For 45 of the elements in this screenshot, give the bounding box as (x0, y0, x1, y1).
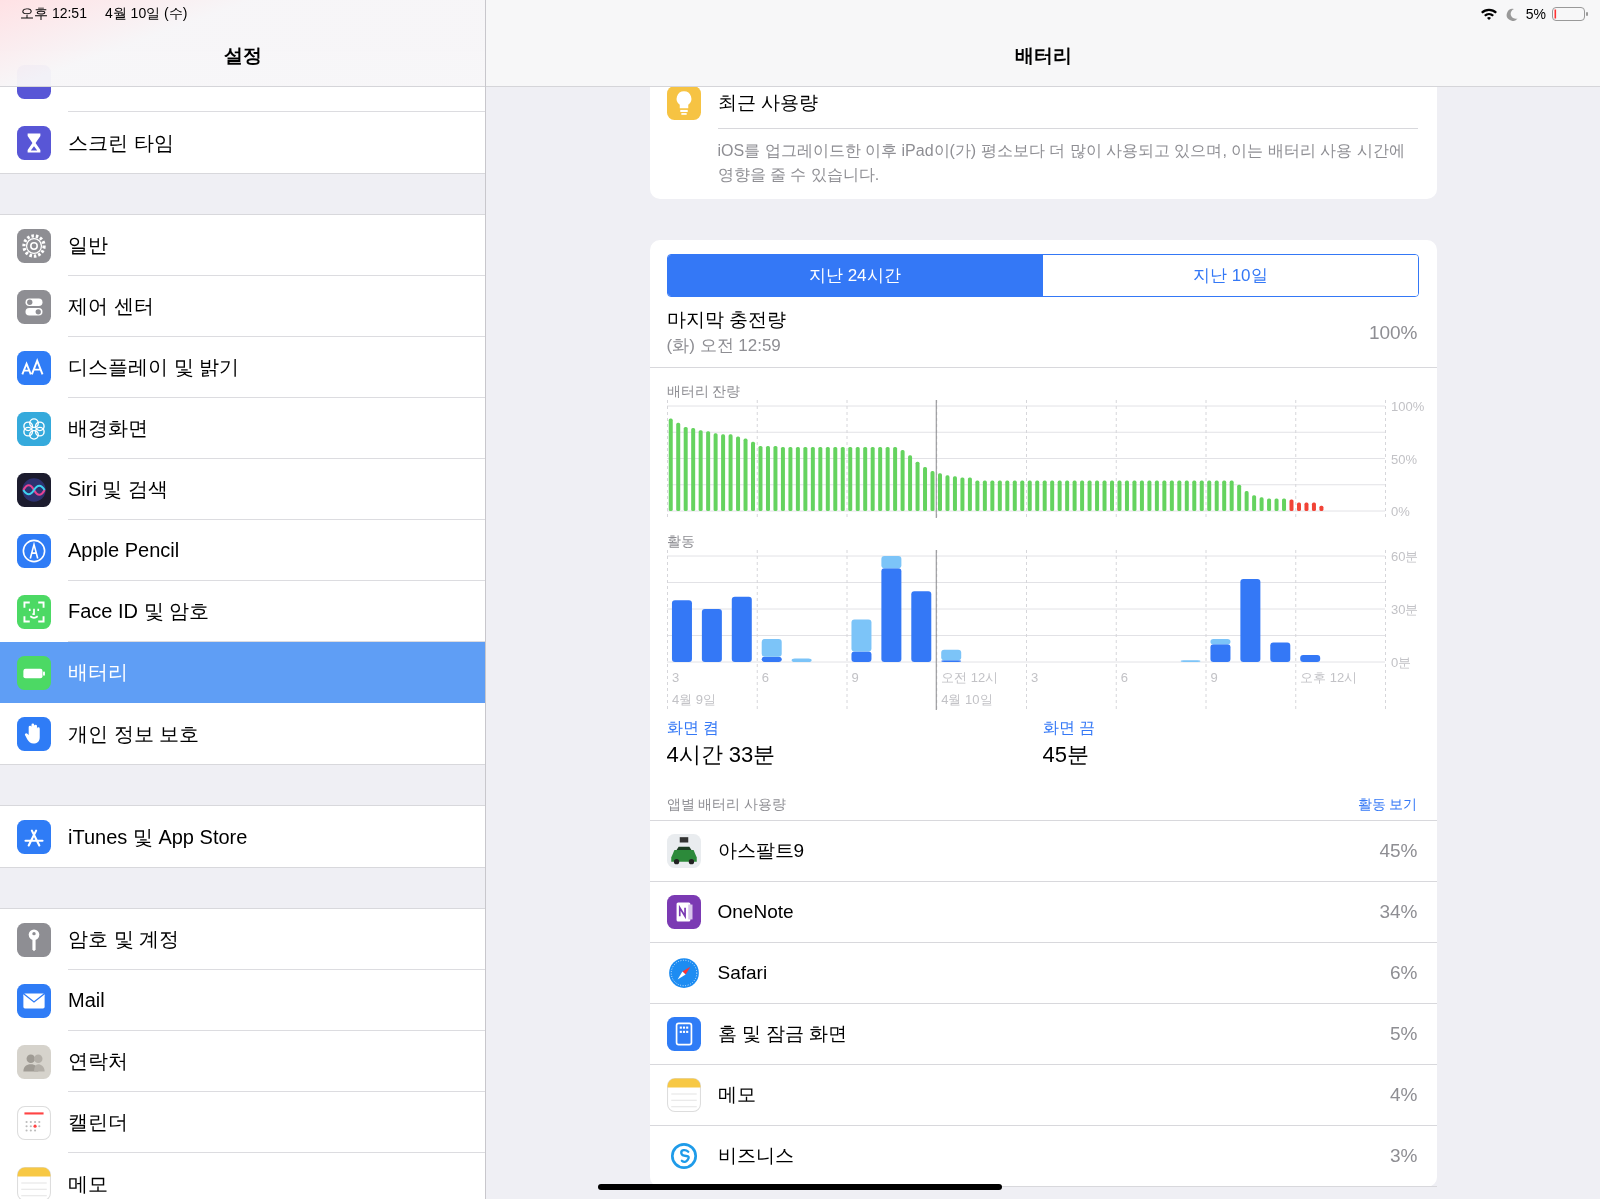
axis-label: 오전 12시 (940, 670, 998, 685)
app-percent: 4% (1390, 1084, 1418, 1106)
app-name: 홈 및 잠금 화면 (717, 1022, 849, 1046)
axis-label: 3 (671, 670, 679, 685)
app-percent: 6% (1390, 962, 1418, 984)
date-label: 4월 9일 (671, 692, 716, 707)
app-percent: 5% (1390, 1023, 1418, 1045)
last-charge-time: (화) 오전 12:59 (666, 335, 782, 357)
sidebar-title: 설정 (223, 44, 262, 68)
app-percent: 45% (1379, 840, 1418, 862)
stat-label: 화면 켬 (666, 718, 720, 738)
axis-label: 60분 (1390, 549, 1418, 564)
section-title: 앱별 배터리 사용량 (666, 796, 787, 814)
axis-label: 0분 (1390, 655, 1411, 670)
axis-label: 0% (1390, 504, 1410, 519)
axis-label: 30분 (1390, 602, 1418, 617)
app-name: 비즈니스 (717, 1144, 795, 1168)
status-time: 오후 12:51 (20, 5, 87, 23)
insight-title: 최근 사용량 (717, 91, 818, 115)
axis-label: 3 (1030, 670, 1038, 685)
app-name: Safari (717, 962, 769, 984)
axis-label: 100% (1390, 399, 1424, 414)
date-label: 4월 10일 (940, 692, 993, 707)
app-percent: 3% (1390, 1145, 1418, 1167)
status-date: 4월 10일 (수) (104, 5, 188, 23)
chart-title: 활동 (666, 532, 696, 550)
stat-value: 4시간 33분 (666, 741, 777, 769)
app-name: OneNote (717, 901, 795, 923)
app-name: 아스팔트9 (717, 839, 806, 863)
app-percent: 34% (1379, 901, 1418, 923)
insight-text: iOS를 업그레이드한 이후 iPad이(가) 평소보다 더 많이 사용되고 있으며, 이는 배터리 사용 시간에 영향을 줄 수 있습니다. (717, 128, 1418, 187)
axis-label: 9 (1210, 670, 1218, 685)
axis-label: 9 (851, 670, 859, 685)
last-charge-label: 마지막 충전량 (666, 308, 786, 332)
battery-percent: 5% (1525, 6, 1546, 22)
detail-title: 배터리 (1014, 44, 1072, 68)
last-charge-value: 100% (1368, 322, 1418, 344)
axis-label: 6 (1120, 670, 1128, 685)
axis-label: 6 (761, 670, 769, 685)
stat-value: 45분 (1042, 741, 1090, 769)
app-name: 메모 (717, 1083, 757, 1107)
chart-title: 배터리 잔량 (666, 382, 742, 400)
axis-label: 오후 12시 (1299, 670, 1357, 685)
stat-label: 화면 끔 (1042, 718, 1096, 738)
axis-label: 50% (1390, 451, 1417, 467)
